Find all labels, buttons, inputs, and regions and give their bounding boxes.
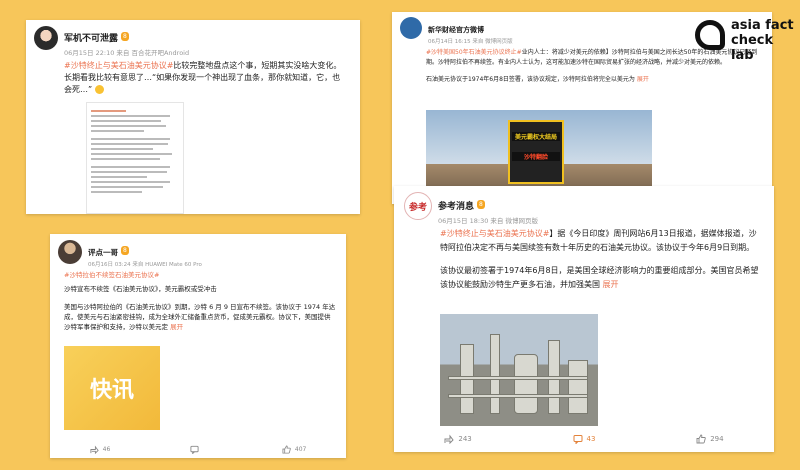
magnifier-icon <box>695 20 725 50</box>
post-text: #沙特终止与美石油美元协议#比较完整地盘点这个事，短期其实没啥大变化。长期看我比… <box>64 61 342 94</box>
hashtag-link[interactable]: #沙特终止与美石油美元协议# <box>64 61 173 70</box>
post-text: 该协议最初签署于1974年6月8日，是美国全球经济影响力的重要组成部分。美国官员… <box>440 266 759 289</box>
action-bar: 243 43 294 <box>394 434 774 444</box>
vip-badge: 8 <box>477 200 485 209</box>
hashtag-link[interactable]: #沙特终止与美石油美元协议# <box>440 229 549 238</box>
video-caption: 美元霸权大结局 <box>512 132 560 141</box>
emoji-icon <box>94 85 104 94</box>
like-button[interactable]: 294 <box>696 434 724 444</box>
share-button[interactable]: 46 <box>90 445 110 454</box>
avatar[interactable] <box>34 26 58 50</box>
comment-icon <box>573 435 583 444</box>
weibo-post-card-4: 参考 参考消息 8 06月15日 18:30 来自 微博网页版 #沙特终止与美石油… <box>394 186 774 452</box>
news-flash-image[interactable]: 快讯 <box>64 346 160 430</box>
comment-icon <box>190 445 199 454</box>
like-button[interactable]: 407 <box>282 445 306 454</box>
vip-badge: 8 <box>121 246 129 255</box>
hashtag-link[interactable]: #沙特拉伯不续签石油美元协议# <box>64 271 159 279</box>
username[interactable]: 评点一哥 <box>88 248 118 257</box>
action-bar: 46 407 <box>50 445 346 454</box>
thumbs-up-icon <box>696 434 706 444</box>
post-meta: 06月15日 22:10 来自 百合花开吧Android <box>64 49 190 57</box>
vip-badge: 8 <box>121 32 129 41</box>
video-caption: 沙特翻脸 <box>512 152 560 161</box>
share-icon <box>444 434 455 444</box>
avatar[interactable]: 参考 <box>404 192 432 220</box>
post-text: 沙特宣布不续签《石油美元协议》，美元霸权或受冲击 <box>64 285 217 293</box>
avatar[interactable] <box>400 17 422 39</box>
avatar[interactable] <box>58 240 82 264</box>
share-icon <box>90 445 99 454</box>
hashtag-link[interactable]: #沙特美国50年石油美元协议终止# <box>426 49 522 56</box>
comment-button[interactable]: 43 <box>573 434 595 444</box>
weibo-post-card-3: 评点一哥 8 06月16日 03:24 来自 HUAWEI Mate 60 Pro… <box>50 234 346 458</box>
expand-link[interactable]: 展开 <box>170 323 183 331</box>
thumbs-up-icon <box>282 445 291 454</box>
username[interactable]: 新华财经官方微博 <box>428 26 484 34</box>
post-text: 美国与沙特阿拉伯的《石油美元协议》到期，沙特 6 月 9 日宣布不续签。该协议于… <box>64 303 336 331</box>
username[interactable]: 参考消息 <box>438 202 474 212</box>
expand-link[interactable]: 展开 <box>637 76 649 83</box>
logo-line-2: check lab <box>731 33 774 63</box>
post-text: #沙特终止与美石油美元协议#】据《今日印度》周刊网站6月13日报道，据媒体报道，… <box>440 229 757 252</box>
post-meta: 06月14日 16:15 来自 微博网页版 <box>428 39 513 45</box>
embedded-screenshot-image[interactable] <box>86 102 184 214</box>
post-meta: 06月15日 18:30 来自 微博网页版 <box>438 217 538 225</box>
expand-link[interactable]: 展开 <box>603 280 619 289</box>
asia-fact-check-lab-logo: asia fact check lab <box>695 14 795 68</box>
weibo-post-card-1: 军机不可泄露 8 06月15日 22:10 来自 百合花开吧Android #沙特… <box>26 20 360 214</box>
share-button[interactable]: 243 <box>444 434 472 444</box>
oil-facility-photo[interactable] <box>440 314 598 426</box>
logo-line-1: asia fact <box>731 18 794 33</box>
comment-button[interactable] <box>190 445 203 454</box>
post-meta: 06月16日 03:24 来自 HUAWEI Mate 60 Pro <box>88 262 202 268</box>
username[interactable]: 军机不可泄露 <box>64 34 118 44</box>
